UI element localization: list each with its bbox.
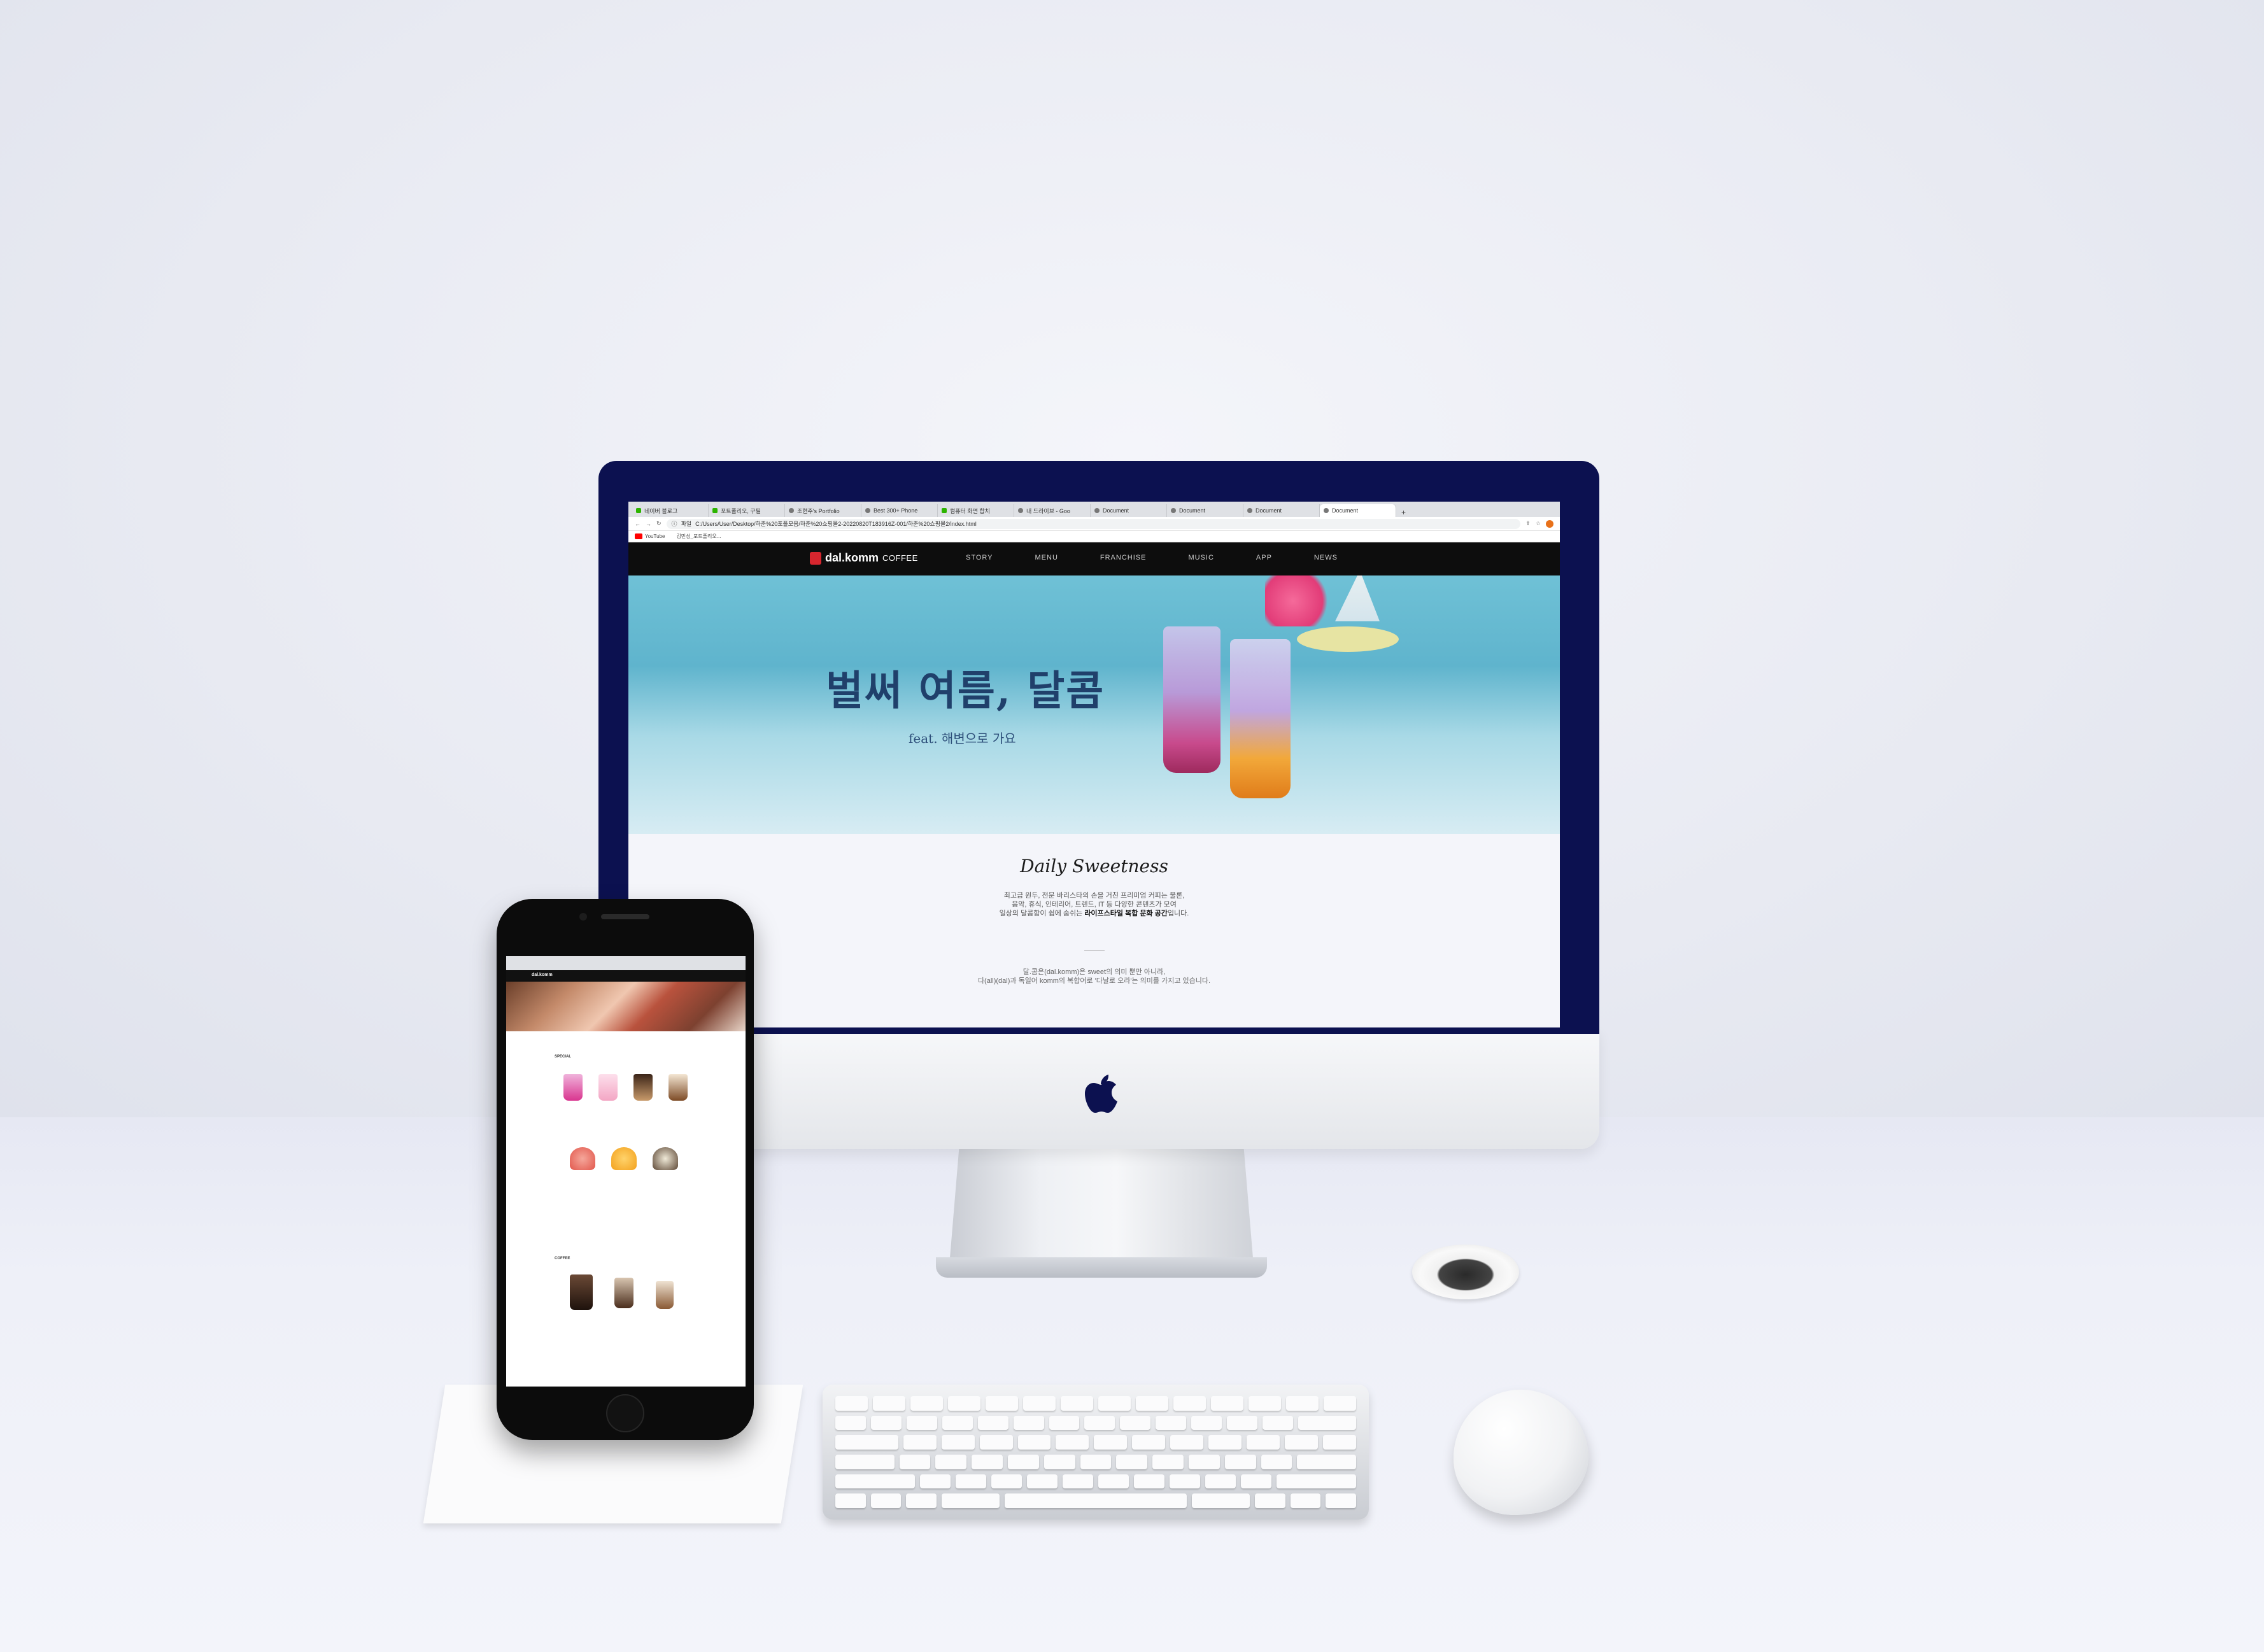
browser-tab[interactable]: 조현주's Portfolio <box>785 504 861 517</box>
nav-item-app[interactable]: APP <box>1256 554 1272 561</box>
nav-item-story[interactable]: STORY <box>966 554 993 561</box>
bookmark-youtube[interactable]: YouTube <box>635 533 665 540</box>
bookmark-portfolio[interactable]: 김민성_포트폴리오... <box>676 533 721 540</box>
keyboard-row <box>835 1455 1356 1469</box>
phone-site-logo[interactable]: dal.komm <box>532 973 553 977</box>
phone-section-coffee: COFFEE <box>555 1257 570 1260</box>
site-nav-menu: STORY MENU FRANCHISE MUSIC APP NEWS <box>966 554 1338 561</box>
globe-icon <box>789 508 794 513</box>
imac-screen: 네이버 블로그 포트폴리오, 구필 조현주's Portfolio Best 3… <box>628 502 1560 1027</box>
browser-tab-bar: 네이버 블로그 포트폴리오, 구필 조현주's Portfolio Best 3… <box>628 502 1560 517</box>
browser-tab[interactable]: 포트폴리오, 구필 <box>709 504 785 517</box>
phone-menu-item-image[interactable] <box>570 1274 593 1310</box>
globe-icon <box>1247 508 1252 513</box>
about-text: 최고급 원두, 전문 바리스타의 손을 거친 프리미엄 커피는 물론, 음악, … <box>999 892 1189 917</box>
naver-icon <box>712 508 718 513</box>
hero-boat-image <box>1335 575 1380 621</box>
browser-tab[interactable]: Document <box>1243 504 1320 517</box>
youtube-icon <box>635 533 642 540</box>
site-navbar: dal.komm COFFEE STORY MENU FRANCHISE MUS… <box>628 542 1560 575</box>
hero-banner: 벌써 여름, 달콤 feat. 해변으로 가요 <box>628 575 1560 834</box>
share-icon[interactable]: ⇪ <box>1525 520 1531 527</box>
phone-camera <box>579 913 587 921</box>
browser-tab[interactable]: 내 드라이브 - Goo <box>1014 504 1091 517</box>
browser-tab[interactable]: 네이버 블로그 <box>632 504 709 517</box>
hero-dragonfruit-image <box>1265 575 1335 626</box>
url-field[interactable]: ⓘ 파일 C:/Users/User/Desktop/하준%20포폴모음/하준%… <box>666 518 1521 529</box>
browser-tab[interactable]: 컴퓨터 화면 합치 <box>938 504 1014 517</box>
globe-icon <box>1324 508 1329 513</box>
naver-icon <box>636 508 641 513</box>
info-icon: ⓘ <box>671 521 677 527</box>
forward-icon[interactable]: → <box>646 521 651 527</box>
browser-tab-active[interactable]: Document <box>1320 504 1396 517</box>
bookmarks-bar: YouTube 김민성_포트폴리오... <box>628 531 1560 542</box>
imac-stand-base <box>936 1257 1267 1278</box>
nav-item-music[interactable]: MUSIC <box>1188 554 1213 561</box>
keyboard-row <box>835 1415 1357 1430</box>
phone-menu-item-image[interactable] <box>570 1147 595 1170</box>
globe-icon <box>1171 508 1176 513</box>
phone-speaker <box>601 914 649 919</box>
hero-drink-image <box>1230 639 1291 798</box>
browser-address-bar: ← → ↻ ⓘ 파일 C:/Users/User/Desktop/하준%20포폴… <box>628 517 1560 531</box>
phone-hero-image <box>506 982 746 1031</box>
smartphone: dal.komm SPECIAL COFFEE <box>497 899 754 1440</box>
phone-site-navbar: dal.komm <box>506 970 746 982</box>
phone-browser-chrome <box>506 956 746 970</box>
keyboard-row <box>835 1435 1356 1450</box>
keyboard-row <box>835 1474 1357 1489</box>
drive-icon <box>1018 508 1023 513</box>
hero-island-image <box>1297 626 1399 652</box>
hero-drink-image <box>1163 626 1220 773</box>
phone-menu-item-image[interactable] <box>669 1074 688 1101</box>
phone-menu-item-image[interactable] <box>633 1074 653 1101</box>
naver-icon <box>942 508 947 513</box>
phone-menu-item-image[interactable] <box>653 1147 678 1170</box>
new-tab-button[interactable]: + <box>1396 508 1411 517</box>
phone-menu-item-image[interactable] <box>563 1074 583 1101</box>
browser-tab[interactable]: Best 300+ Phone <box>861 504 938 517</box>
hero-title: 벌써 여름, 달콤 <box>826 667 1105 715</box>
star-icon[interactable]: ☆ <box>1536 520 1541 527</box>
phone-screen: dal.komm SPECIAL COFFEE <box>506 956 746 1387</box>
about-text-secondary: 달.콤은(dal.komm)은 sweet의 의미 뿐만 아니라, 다(all)… <box>977 968 1211 985</box>
site-logo[interactable]: dal.komm COFFEE <box>810 551 918 565</box>
logo-mark-icon <box>810 551 821 565</box>
nav-item-news[interactable]: NEWS <box>1314 554 1338 561</box>
nav-item-franchise[interactable]: FRANCHISE <box>1100 554 1147 561</box>
hero-subtitle: feat. 해변으로 가요 <box>909 731 1016 746</box>
globe-icon <box>1094 508 1100 513</box>
nav-item-menu[interactable]: MENU <box>1035 554 1058 561</box>
keyboard <box>823 1385 1369 1520</box>
desk-cable-grommet <box>1412 1245 1519 1299</box>
phone-menu-item-image[interactable] <box>611 1147 637 1170</box>
reload-icon[interactable]: ↻ <box>656 520 662 527</box>
about-section: Daily Sweetness 최고급 원두, 전문 바리스타의 손을 거친 프… <box>628 834 1560 1027</box>
phone-home-button[interactable] <box>606 1394 644 1432</box>
profile-avatar[interactable] <box>1546 519 1553 528</box>
keyboard-row <box>835 1396 1356 1411</box>
browser-tab[interactable]: Document <box>1091 504 1167 517</box>
user-icon <box>865 508 870 513</box>
apple-logo-icon <box>1085 1075 1117 1113</box>
phone-menu-item-image[interactable] <box>656 1281 674 1309</box>
phone-menu-item-image[interactable] <box>614 1278 633 1308</box>
keyboard-row <box>835 1493 1356 1509</box>
about-title: Daily Sweetness <box>1020 856 1168 877</box>
browser-tab[interactable]: Document <box>1167 504 1243 517</box>
phone-menu-item-image[interactable] <box>598 1074 618 1101</box>
phone-section-special: SPECIAL <box>555 1055 572 1059</box>
back-icon[interactable]: ← <box>635 521 640 527</box>
